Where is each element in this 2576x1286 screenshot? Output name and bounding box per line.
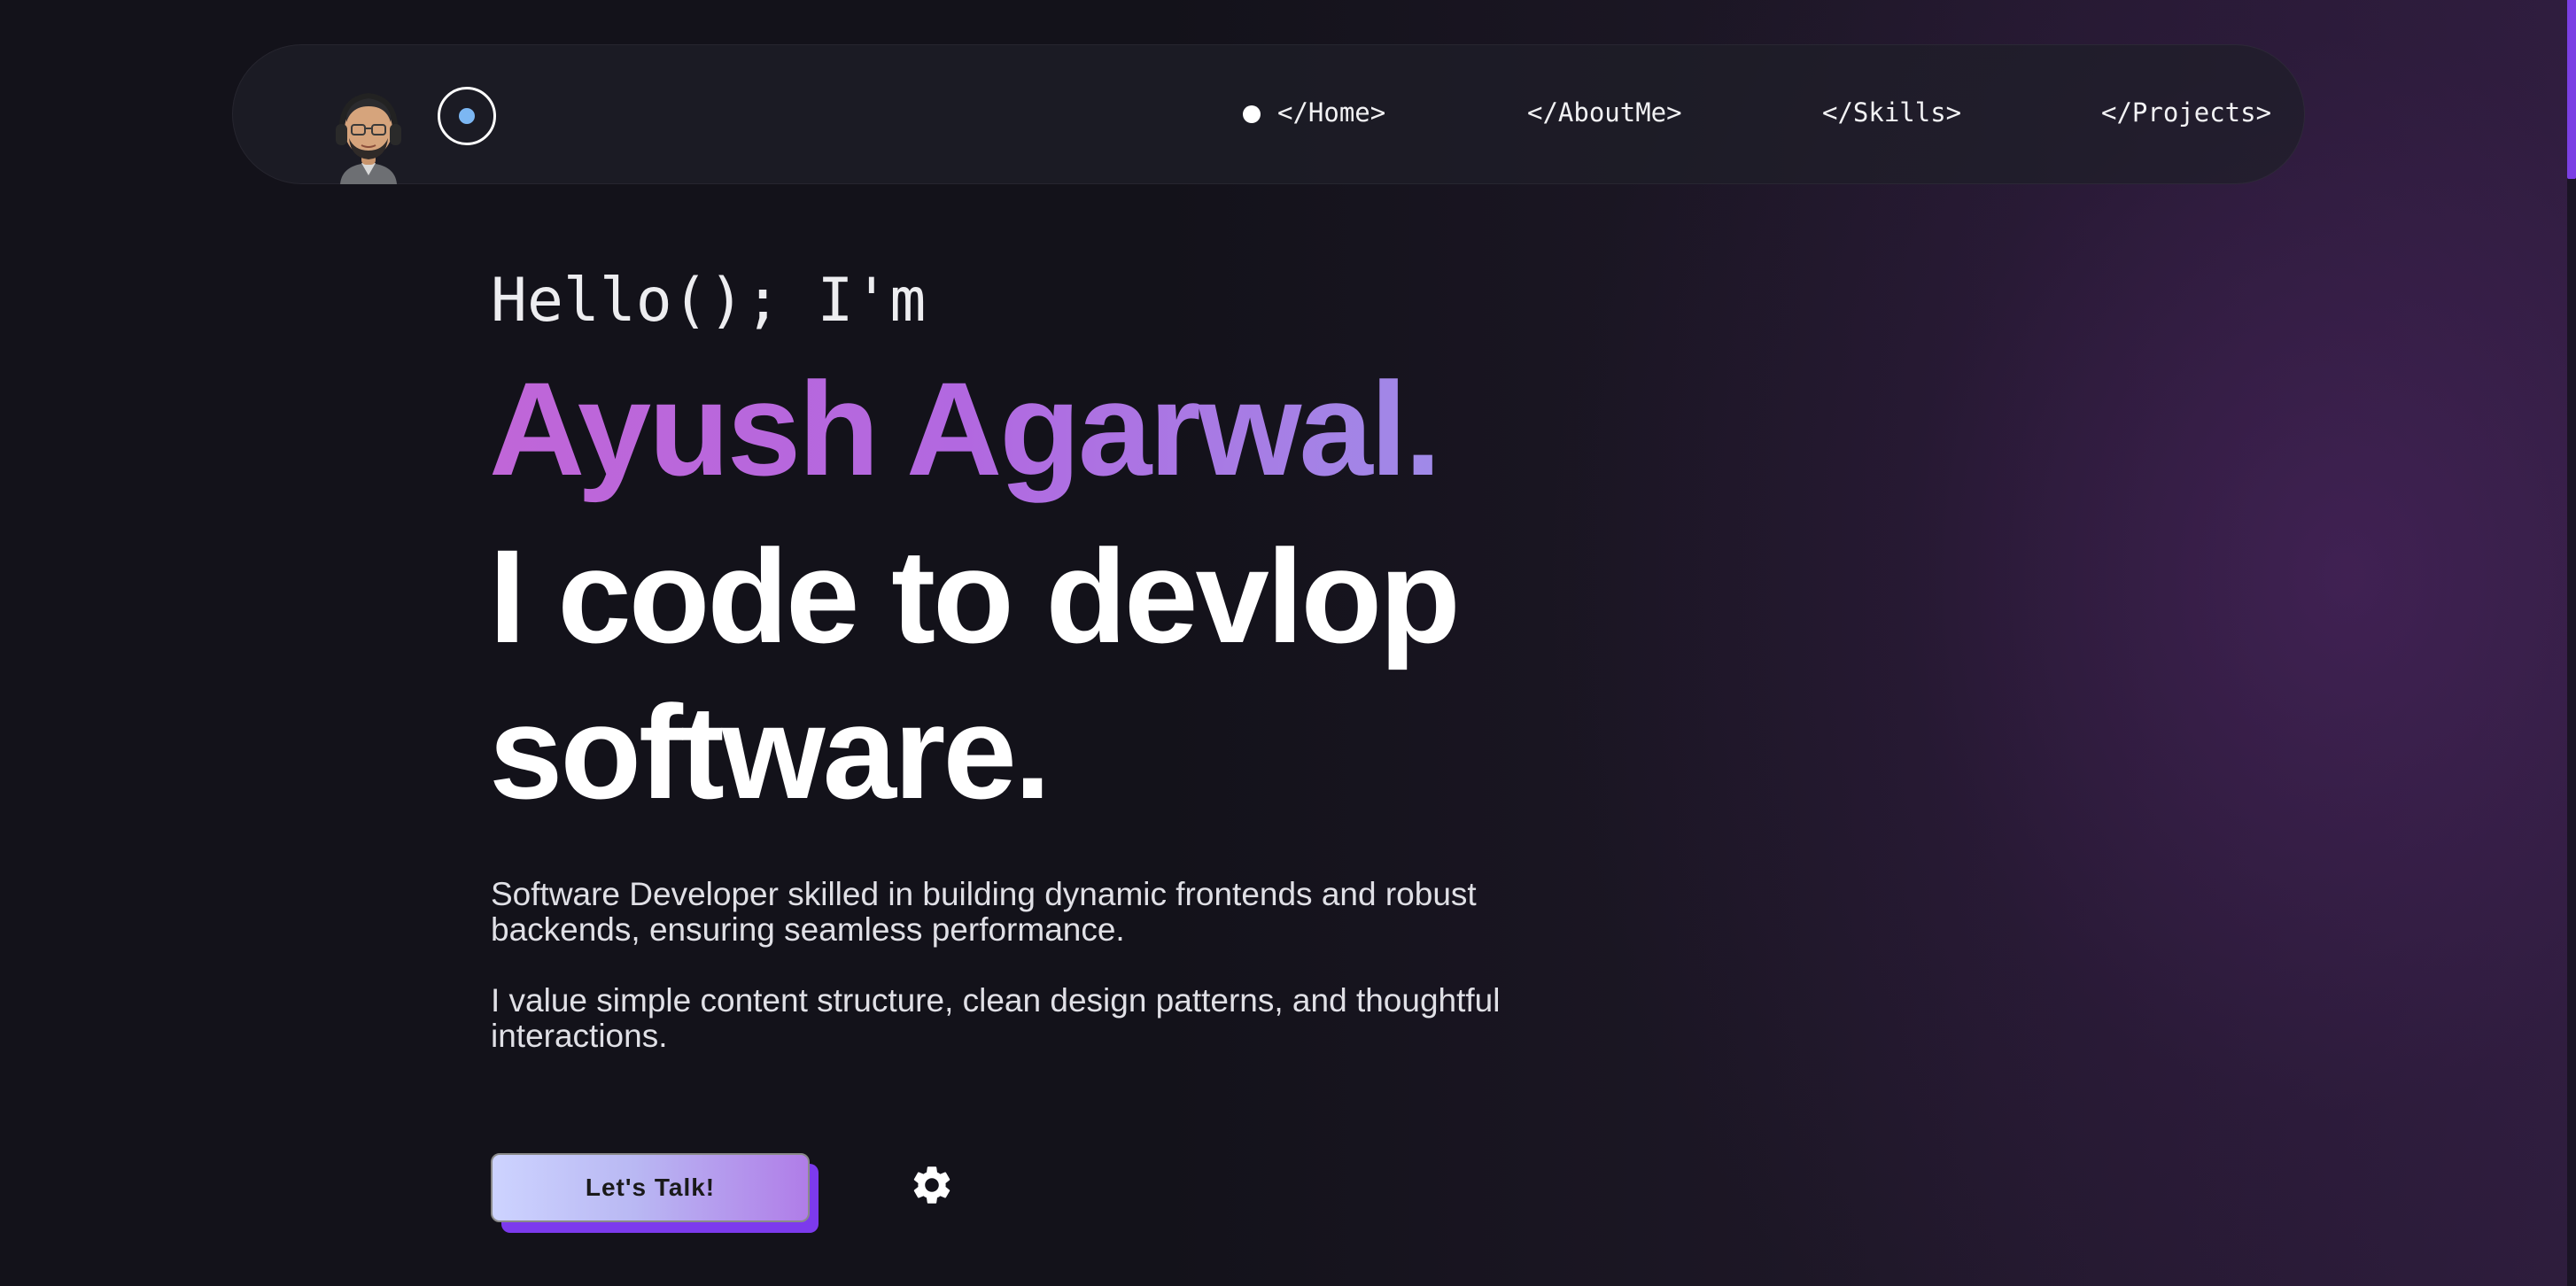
hero-tagline-line1: I code to devlop: [489, 522, 1461, 670]
hero-description-2: I value simple content structure, clean …: [491, 982, 1501, 1054]
hero-tagline: I code to devlop software.: [489, 518, 1641, 830]
scrollbar[interactable]: [2567, 0, 2576, 1286]
hero-description-1: Software Developer skilled in building d…: [491, 876, 1477, 948]
lets-talk-button[interactable]: Let's Talk!: [491, 1153, 810, 1222]
navbar: [232, 44, 2305, 184]
theme-toggle-icon: [459, 108, 475, 124]
hero-name: Ayush Agarwal.: [489, 352, 1441, 506]
nav-link-home[interactable]: </Home>: [1277, 97, 1385, 128]
scrollbar-thumb[interactable]: [2567, 0, 2576, 179]
hero-greeting: Hello(); I'm: [491, 266, 927, 336]
active-nav-indicator: [1243, 105, 1261, 123]
nav-link-aboutme[interactable]: </AboutMe>: [1527, 97, 1682, 128]
gear-icon[interactable]: [909, 1162, 955, 1208]
nav-link-projects[interactable]: </Projects>: [2101, 97, 2271, 128]
avatar[interactable]: [328, 83, 409, 184]
nav-link-skills[interactable]: </Skills>: [1822, 97, 1961, 128]
hero-tagline-line2: software.: [489, 678, 1051, 826]
theme-toggle-button[interactable]: [438, 87, 496, 145]
